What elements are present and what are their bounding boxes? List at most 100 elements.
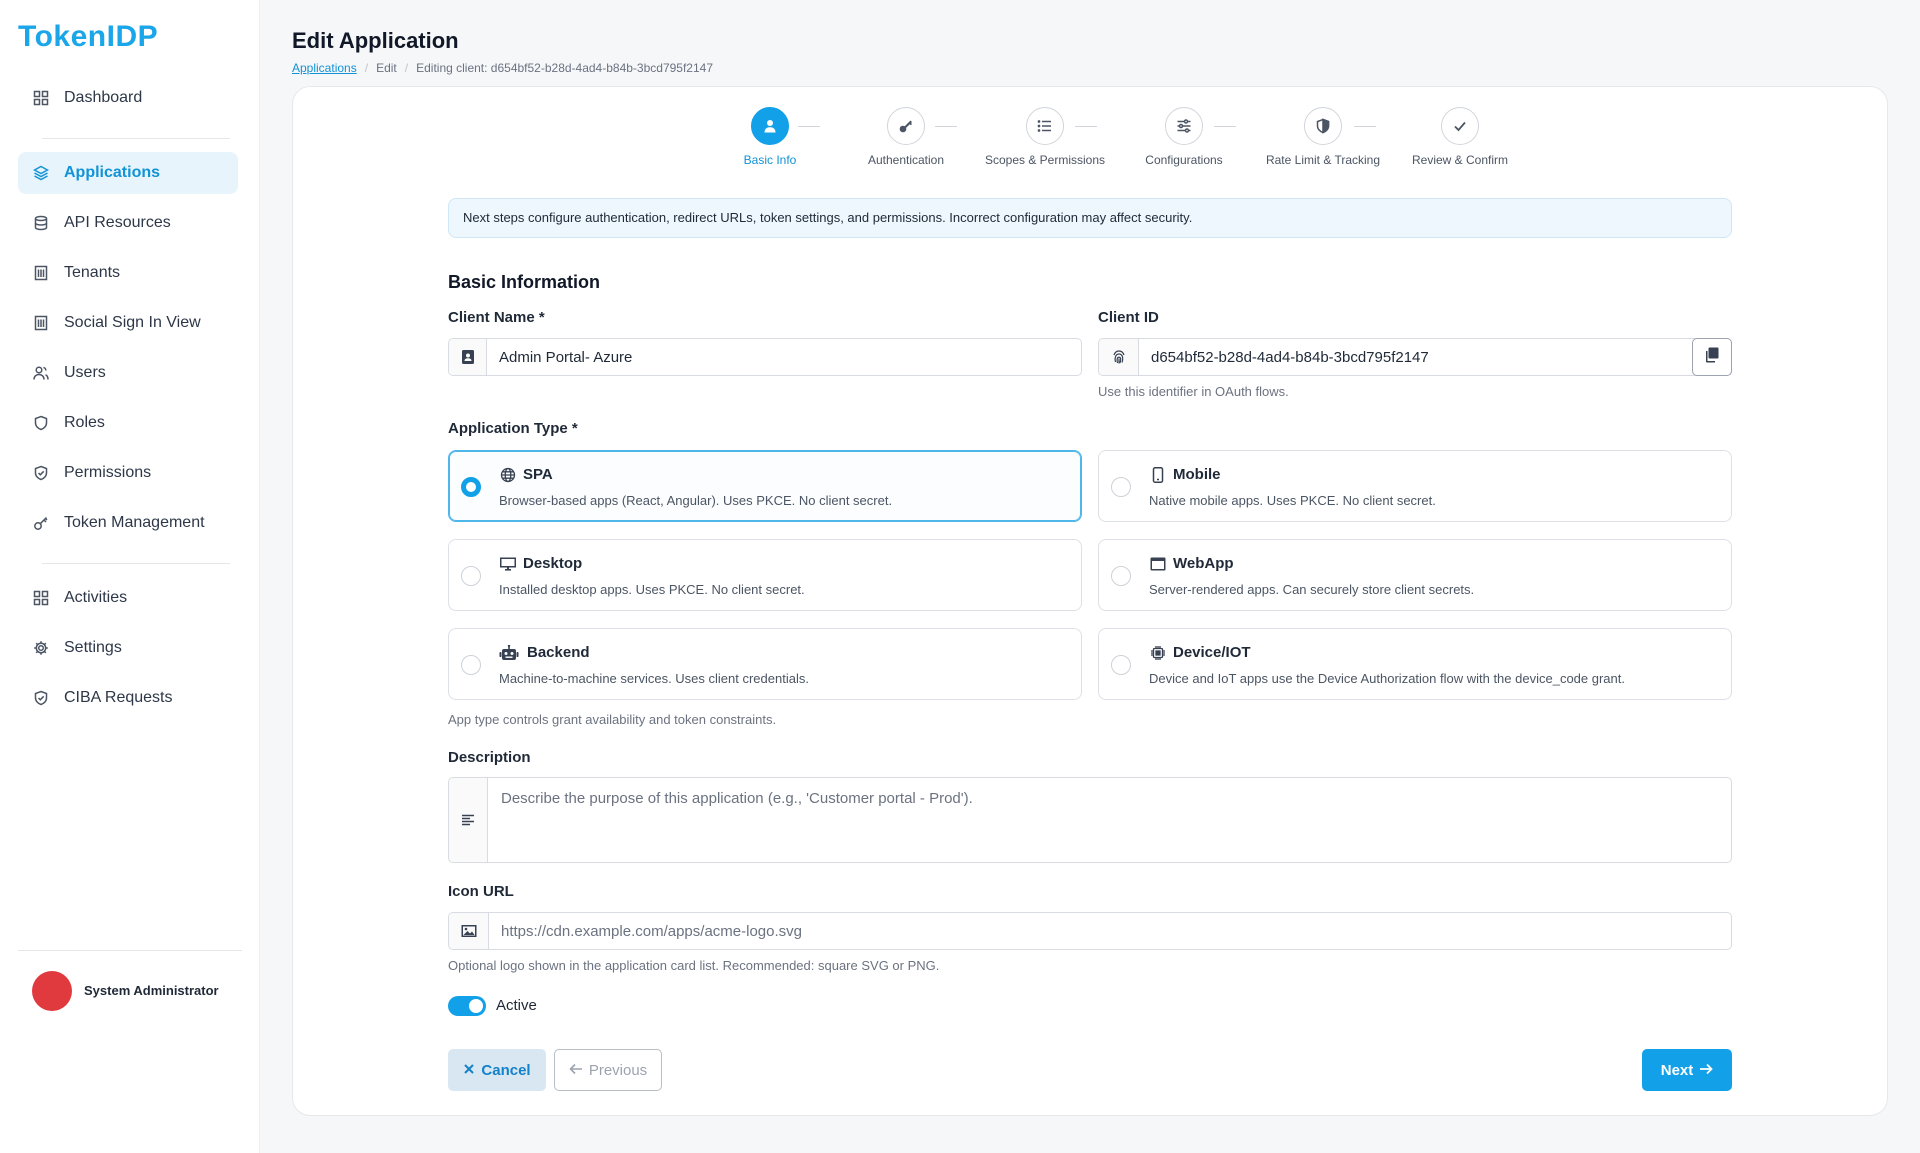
step-basic-info[interactable]: Basic Info [700,107,840,167]
avatar[interactable] [32,971,72,1011]
app-type-mobile[interactable]: Mobile Native mobile apps. Uses PKCE. No… [1098,450,1732,522]
sidebar-divider [18,950,242,951]
step-label: Rate Limit & Tracking [1265,153,1381,167]
sidebar-item-permissions[interactable]: Permissions [18,452,238,494]
fingerprint-icon [1099,339,1139,375]
list-icon [1026,107,1064,145]
globe-icon [499,466,517,484]
step-label: Basic Info [743,153,797,167]
sidebar-item-applications[interactable]: Applications [18,152,238,194]
step-rate-limit-tracking[interactable]: Rate Limit & Tracking [1253,107,1393,167]
client-name-value: Admin Portal- Azure [499,348,633,366]
user-icon [751,107,789,145]
sidebar-item-label: Users [64,364,106,381]
previous-button[interactable]: Previous [554,1049,662,1091]
sidebar-item-label: Token Management [64,514,205,531]
shield-check-icon [32,464,50,482]
robot-icon [499,644,519,662]
radio-button[interactable] [1111,566,1131,586]
app-type-desc: Browser-based apps (React, Angular). Use… [499,493,893,508]
previous-label: Previous [588,1061,648,1079]
sidebar-item-dashboard[interactable]: Dashboard [18,77,238,119]
phone-icon [1149,466,1167,484]
cancel-button[interactable]: Cancel [448,1049,546,1091]
next-label: Next [1660,1061,1694,1079]
grid-icon [32,589,50,607]
breadcrumb-edit: Edit [376,61,397,75]
cancel-label: Cancel [481,1061,531,1079]
step-label: Authentication [867,153,945,167]
sidebar: TokenIDP Dashboard Applications API Reso… [0,0,260,1153]
step-authentication[interactable]: Authentication [836,107,976,167]
application-type-label: Application Type * [448,420,578,437]
breadcrumb-separator: / [364,61,369,75]
sidebar-item-token-management[interactable]: Token Management [18,502,238,544]
copy-client-id-button[interactable] [1692,338,1732,376]
description-placeholder: Describe the purpose of this application… [501,790,973,807]
active-toggle[interactable] [448,996,486,1016]
client-name-input[interactable]: Admin Portal- Azure [448,338,1082,376]
align-left-icon [449,778,488,862]
section-title: Basic Information [448,272,601,292]
browser-icon [1149,555,1167,573]
app-type-title: Desktop [523,555,583,572]
app-type-title: Device/IOT [1173,644,1251,661]
sidebar-item-label: Permissions [64,464,152,481]
radio-button[interactable] [461,655,481,675]
key-icon [32,514,50,532]
step-configurations[interactable]: Configurations [1114,107,1254,167]
icon-url-hint: Optional logo shown in the application c… [448,958,940,973]
app-type-title: Mobile [1173,466,1221,483]
sidebar-item-label: Activities [64,589,128,606]
close-icon [463,1062,475,1079]
app-type-spa[interactable]: SPA Browser-based apps (React, Angular).… [448,450,1082,522]
arrow-left-icon [569,1062,583,1079]
user-name: System Administrator [84,983,219,998]
app-type-desc: Device and IoT apps use the Device Autho… [1149,671,1625,686]
step-scopes-permissions[interactable]: Scopes & Permissions [975,107,1115,167]
sliders-icon [1165,107,1203,145]
app-type-device-iot[interactable]: Device/IOT Device and IoT apps use the D… [1098,628,1732,700]
app-type-desc: Machine-to-machine services. Uses client… [499,671,809,686]
step-connector [935,126,957,127]
radio-button[interactable] [1111,477,1131,497]
sidebar-item-users[interactable]: Users [18,352,238,394]
sidebar-divider [42,138,230,139]
description-textarea[interactable]: Describe the purpose of this application… [448,777,1732,863]
app-type-webapp[interactable]: WebApp Server-rendered apps. Can securel… [1098,539,1732,611]
radio-button[interactable] [461,566,481,586]
sidebar-item-label: CIBA Requests [64,689,173,706]
client-id-input[interactable]: d654bf52-b28d-4ad4-b84b-3bcd795f2147 [1098,338,1732,376]
building-icon [32,314,50,332]
step-label: Review & Confirm [1411,153,1509,167]
app-type-title: WebApp [1173,555,1234,572]
sidebar-item-tenants[interactable]: Tenants [18,252,238,294]
step-review-confirm[interactable]: Review & Confirm [1390,107,1530,167]
radio-button[interactable] [1111,655,1131,675]
key-icon [887,107,925,145]
breadcrumb-separator: / [404,61,409,75]
sidebar-item-ciba-requests[interactable]: CIBA Requests [18,677,238,719]
description-label: Description [448,749,531,766]
app-type-desktop[interactable]: Desktop Installed desktop apps. Uses PKC… [448,539,1082,611]
client-name-label: Client Name * [448,309,545,326]
gear-icon [32,639,50,657]
sidebar-item-social-sign-in[interactable]: Social Sign In View [18,302,238,344]
app-type-backend[interactable]: Backend Machine-to-machine services. Use… [448,628,1082,700]
app-type-title: Backend [527,644,590,661]
breadcrumb-applications-link[interactable]: Applications [292,61,357,75]
shield-check-icon [32,689,50,707]
sidebar-item-api-resources[interactable]: API Resources [18,202,238,244]
breadcrumb: Applications / Edit / Editing client: d6… [292,61,713,75]
icon-url-placeholder: https://cdn.example.com/apps/acme-logo.s… [501,922,802,940]
app-type-desc: Native mobile apps. Uses PKCE. No client… [1149,493,1436,508]
sidebar-item-settings[interactable]: Settings [18,627,238,669]
radio-button[interactable] [461,477,481,497]
toggle-knob [469,999,483,1013]
sidebar-item-activities[interactable]: Activities [18,577,238,619]
next-button[interactable]: Next [1642,1049,1732,1091]
app-logo[interactable]: TokenIDP [18,20,158,54]
icon-url-input[interactable]: https://cdn.example.com/apps/acme-logo.s… [448,912,1732,950]
sidebar-item-roles[interactable]: Roles [18,402,238,444]
chip-icon [1149,644,1167,662]
